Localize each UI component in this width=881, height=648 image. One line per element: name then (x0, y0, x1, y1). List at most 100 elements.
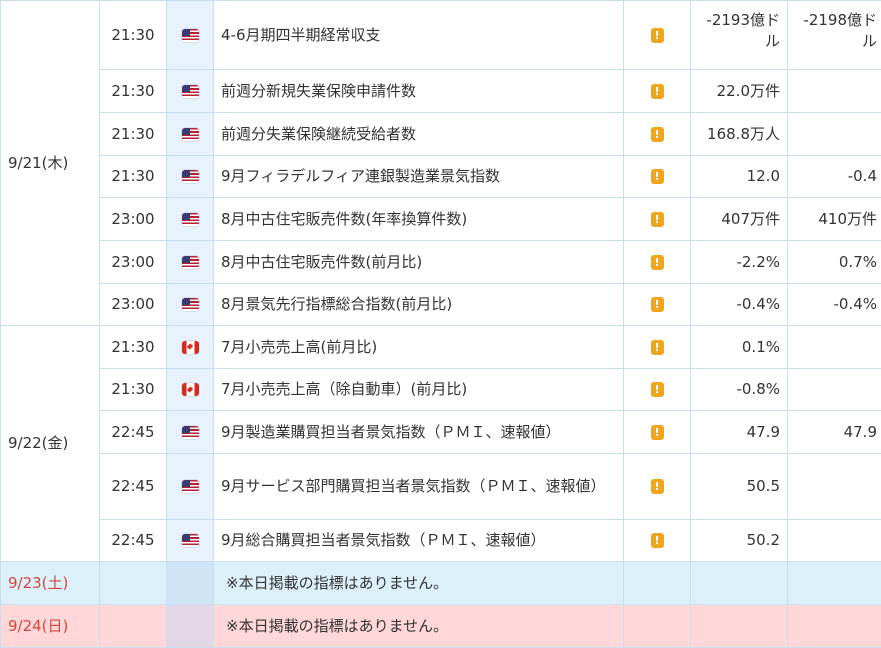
time-cell (100, 605, 167, 648)
table-row: 9/21(木) 21:30 4-6月期四半期経常収支 ! -2193億ドル -2… (1, 1, 881, 70)
flag-cell (167, 1, 214, 70)
time-cell: 21:30 (100, 326, 167, 369)
flag-cell (167, 454, 214, 520)
us-flag-icon (182, 534, 199, 547)
us-flag-icon (182, 426, 199, 439)
flag-cell (167, 562, 214, 605)
us-flag-icon (182, 170, 199, 183)
indicator-name[interactable]: 8月景気先行指標総合指数(前月比) (214, 284, 624, 326)
indicator-name[interactable]: 9月サービス部門購買担当者景気指数（ＰＭＩ、速報値） (214, 454, 624, 520)
forecast-value (788, 454, 881, 520)
indicator-name[interactable]: 7月小売売上高(前月比) (214, 326, 624, 369)
table-row: 21:30 7月小売売上高（除自動車）(前月比) ! -0.8% (1, 369, 881, 411)
indicator-name[interactable]: 4-6月期四半期経常収支 (214, 1, 624, 70)
forecast-value (788, 369, 881, 411)
indicator-name[interactable]: 9月フィラデルフィア連銀製造業景気指数 (214, 156, 624, 198)
previous-value (691, 605, 788, 648)
flag-cell (167, 241, 214, 284)
flag-cell (167, 369, 214, 411)
exclamation-icon: ! (651, 212, 664, 227)
forecast-value (788, 70, 881, 113)
forecast-value: -2198億ドル (788, 1, 881, 70)
table-row: 22:45 9月サービス部門購買担当者景気指数（ＰＭＩ、速報値） ! 50.5 (1, 454, 881, 520)
previous-value: 50.5 (691, 454, 788, 520)
importance-cell: ! (624, 198, 691, 241)
previous-value: 12.0 (691, 156, 788, 198)
indicator-name[interactable]: 8月中古住宅販売件数(年率換算件数) (214, 198, 624, 241)
previous-value: 50.2 (691, 520, 788, 562)
indicator-name[interactable]: 7月小売売上高（除自動車）(前月比) (214, 369, 624, 411)
forecast-value: -0.4% (788, 284, 881, 326)
table-row: 21:30 前週分失業保険継続受給者数 ! 168.8万人 (1, 113, 881, 156)
flag-cell (167, 198, 214, 241)
indicator-name[interactable]: 前週分失業保険継続受給者数 (214, 113, 624, 156)
table-row: 22:45 9月製造業購買担当者景気指数（ＰＭＩ、速報値） ! 47.9 47.… (1, 411, 881, 454)
forecast-value (788, 326, 881, 369)
importance-cell: ! (624, 369, 691, 411)
exclamation-icon: ! (651, 479, 664, 494)
forecast-value: 47.9 (788, 411, 881, 454)
us-flag-icon (182, 85, 199, 98)
us-flag-icon (182, 29, 199, 42)
flag-cell (167, 70, 214, 113)
table-row: 23:00 8月中古住宅販売件数(年率換算件数) ! 407万件 410万件 (1, 198, 881, 241)
forecast-value (788, 113, 881, 156)
exclamation-icon: ! (651, 84, 664, 99)
time-cell: 21:30 (100, 1, 167, 70)
time-cell: 23:00 (100, 284, 167, 326)
economic-calendar-table: 9/21(木) 21:30 4-6月期四半期経常収支 ! -2193億ドル -2… (0, 0, 881, 648)
forecast-value (788, 562, 881, 605)
importance-cell: ! (624, 284, 691, 326)
exclamation-icon: ! (651, 533, 664, 548)
time-cell: 21:30 (100, 70, 167, 113)
us-flag-icon (182, 128, 199, 141)
indicator-name[interactable]: 8月中古住宅販売件数(前月比) (214, 241, 624, 284)
table-row: 21:30 前週分新規失業保険申請件数 ! 22.0万件 (1, 70, 881, 113)
importance-cell: ! (624, 326, 691, 369)
us-flag-icon (182, 213, 199, 226)
time-cell: 23:00 (100, 241, 167, 284)
flag-cell (167, 326, 214, 369)
previous-value: 22.0万件 (691, 70, 788, 113)
date-cell: 9/23(土) (1, 562, 100, 605)
indicator-name[interactable]: 9月総合購買担当者景気指数（ＰＭＩ、速報値） (214, 520, 624, 562)
exclamation-icon: ! (651, 169, 664, 184)
indicator-name[interactable]: 9月製造業購買担当者景気指数（ＰＭＩ、速報値） (214, 411, 624, 454)
previous-value: 168.8万人 (691, 113, 788, 156)
date-cell: 9/24(日) (1, 605, 100, 648)
flag-cell (167, 605, 214, 648)
indicator-name[interactable]: 前週分新規失業保険申請件数 (214, 70, 624, 113)
date-cell: 9/22(金) (1, 326, 100, 562)
us-flag-icon (182, 256, 199, 269)
importance-cell (624, 562, 691, 605)
forecast-value: 410万件 (788, 198, 881, 241)
previous-value: 0.1% (691, 326, 788, 369)
date-cell: 9/21(木) (1, 1, 100, 326)
exclamation-icon: ! (651, 297, 664, 312)
forecast-value: -0.4 (788, 156, 881, 198)
no-indicators-message: ※本日掲載の指標はありません。 (214, 605, 624, 648)
us-flag-icon (182, 480, 199, 493)
previous-value: 407万件 (691, 198, 788, 241)
exclamation-icon: ! (651, 382, 664, 397)
table-row-empty-day: 9/24(日) ※本日掲載の指標はありません。 (1, 605, 881, 648)
exclamation-icon: ! (651, 425, 664, 440)
table-row: 22:45 9月総合購買担当者景気指数（ＰＭＩ、速報値） ! 50.2 (1, 520, 881, 562)
time-cell: 23:00 (100, 198, 167, 241)
time-cell: 22:45 (100, 411, 167, 454)
previous-value (691, 562, 788, 605)
forecast-value (788, 605, 881, 648)
previous-value: 47.9 (691, 411, 788, 454)
forecast-value: 0.7% (788, 241, 881, 284)
importance-cell: ! (624, 1, 691, 70)
forecast-value (788, 520, 881, 562)
flag-cell (167, 156, 214, 198)
importance-cell: ! (624, 520, 691, 562)
importance-cell (624, 605, 691, 648)
exclamation-icon: ! (651, 127, 664, 142)
importance-cell: ! (624, 454, 691, 520)
canada-flag-icon (182, 383, 199, 396)
table-row-empty-day: 9/23(土) ※本日掲載の指標はありません。 (1, 562, 881, 605)
time-cell: 22:45 (100, 454, 167, 520)
time-cell (100, 562, 167, 605)
